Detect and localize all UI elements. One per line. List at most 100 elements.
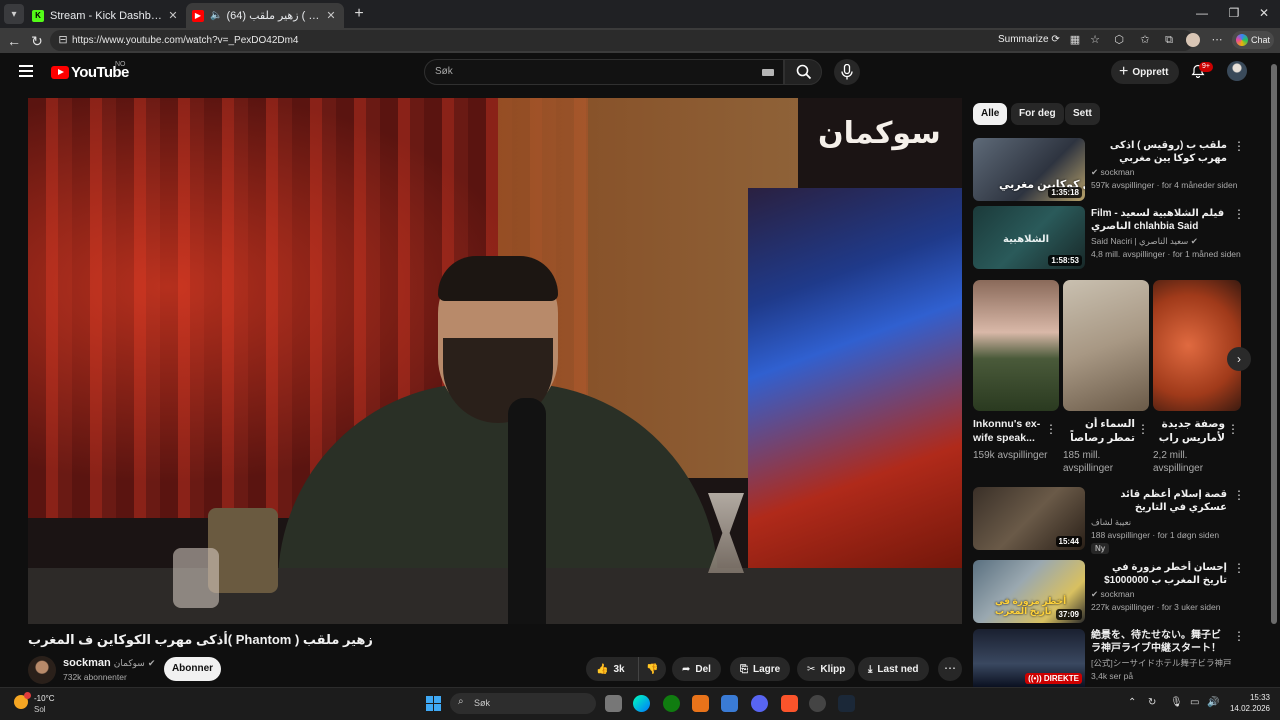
back-arrow-icon[interactable]: ← — [5, 32, 23, 50]
dislike-button[interactable]: 👎 — [638, 657, 666, 681]
more-actions-button[interactable]: ⋯ — [938, 657, 962, 681]
speaker-icon[interactable]: 🔈 — [210, 10, 222, 21]
recommended-title[interactable]: Film - فيلم الشلاهبية لسعيد الناصري chla… — [1091, 207, 1227, 233]
chip-for-you[interactable]: For deg — [1011, 103, 1064, 125]
duration-badge: 1:35:18 — [1048, 187, 1082, 198]
app-icon[interactable] — [692, 695, 709, 712]
edge-icon[interactable] — [633, 695, 650, 712]
recommended-title[interactable]: 絶景を、待たせない。舞子ビラ神戸ライブ中継スタート！明... — [1091, 629, 1227, 655]
hamburger-menu-icon[interactable] — [19, 65, 33, 77]
channel-avatar[interactable] — [28, 656, 56, 684]
chat-label: Chat — [1251, 35, 1271, 45]
more-options-icon[interactable]: ⋮ — [1045, 422, 1057, 436]
tab-actions-menu[interactable]: ▾ — [4, 4, 24, 24]
recommended-channel[interactable]: [公式]シーサイドホテル舞子ビラ神戸 — [1091, 657, 1241, 669]
short-thumbnail[interactable] — [1063, 280, 1149, 411]
weather-condition[interactable]: Sol — [34, 705, 46, 714]
short-thumbnail[interactable] — [973, 280, 1059, 411]
microphone-tray-icon[interactable]: 🎙 — [1170, 697, 1183, 708]
short-title[interactable]: وصفة جديدة لأماريس راب ... — [1153, 417, 1225, 445]
download-button[interactable]: ⤓ Last ned — [858, 657, 929, 681]
save-button[interactable]: ⎘ Lagre — [730, 657, 791, 681]
account-avatar[interactable] — [1227, 61, 1247, 81]
short-title[interactable]: Inkonnu's ex-wife speak... — [973, 417, 1045, 445]
restore-icon[interactable]: ❐ — [1224, 6, 1244, 20]
favorites-icon[interactable]: ✩ — [1138, 33, 1152, 47]
taskbar-search-input[interactable]: ⌕ Søk — [450, 693, 596, 714]
brave-icon[interactable] — [781, 695, 798, 712]
site-info-icon[interactable]: ⊟ — [56, 33, 70, 47]
subscribe-button[interactable]: Abonner — [164, 657, 221, 681]
xbox-icon[interactable] — [663, 695, 680, 712]
steam-icon[interactable] — [838, 695, 855, 712]
more-options-icon[interactable]: ⋮ — [1233, 561, 1245, 575]
url-text[interactable]: https://www.youtube.com/watch?v=_PexDO42… — [72, 35, 299, 46]
recommended-channel[interactable]: Said Naciri | سعيد الناصري ✔ — [1091, 235, 1241, 247]
keyboard-icon[interactable] — [762, 69, 774, 76]
store-icon[interactable] — [721, 695, 738, 712]
sync-icon[interactable]: ↻ — [1148, 697, 1156, 708]
recommended-title[interactable]: قصة إسلام أعظم قائد عسكري في التاريخ الإ… — [1091, 488, 1227, 514]
more-options-icon[interactable]: ⋮ — [1233, 488, 1245, 502]
more-options-icon[interactable]: ⋮ — [1227, 422, 1239, 436]
windows-start-icon[interactable] — [426, 696, 441, 711]
voice-search-button[interactable] — [834, 59, 860, 85]
collections-icon[interactable]: ⧉ — [1162, 33, 1176, 47]
close-icon[interactable]: ✕ — [324, 9, 338, 22]
discord-icon[interactable] — [751, 695, 768, 712]
taskbar-clock[interactable]: 15:33 14.02.2026 — [1228, 692, 1270, 714]
close-icon[interactable]: ✕ — [166, 9, 180, 22]
recommended-title[interactable]: ملقب ب (روقيس ) اذكى مهرب كوكا يين مغربي — [1091, 139, 1227, 165]
create-button[interactable]: + Opprett — [1111, 60, 1179, 84]
profile-avatar[interactable] — [1186, 33, 1200, 47]
more-options-icon[interactable]: ⋮ — [1137, 422, 1149, 436]
more-options-icon[interactable]: ⋮ — [1233, 629, 1245, 643]
extensions-icon[interactable]: ⬡ — [1112, 33, 1126, 47]
chip-all[interactable]: Alle — [973, 103, 1008, 125]
youtube-logo-icon[interactable] — [51, 66, 69, 79]
recommended-channel-name: sockman — [1100, 589, 1135, 599]
display-icon[interactable]: ▭ — [1190, 697, 1199, 708]
more-options-icon[interactable]: ⋮ — [1233, 139, 1245, 153]
share-button[interactable]: ➦ Del — [672, 657, 721, 681]
grid-icon[interactable]: ▦ — [1068, 33, 1082, 47]
tab-youtube[interactable]: ▶ 🔈 (64) زهير ملقب ( Phantom )أذ ✕ — [186, 3, 344, 28]
video-thumbnail[interactable]: أذكى كوكايين مغربي 1:35:18 — [973, 138, 1085, 201]
chat-button[interactable]: Chat — [1232, 31, 1274, 49]
recommended-channel[interactable]: ✔ sockman — [1091, 166, 1241, 178]
tray-overflow-icon[interactable]: ⌃ — [1128, 697, 1136, 708]
star-icon[interactable]: ☆ — [1088, 33, 1102, 47]
chip-watched[interactable]: Sett — [1065, 103, 1100, 125]
like-button[interactable]: 👍 3k — [586, 657, 638, 681]
volume-icon[interactable]: 🔊 — [1207, 697, 1219, 708]
video-thumbnail[interactable]: ((•)) DIREKTE — [973, 629, 1085, 687]
video-thumbnail[interactable]: أخطر مزورة في تاريخ المغرب 37:09 — [973, 560, 1085, 623]
tab-kick-dashboard[interactable]: K Stream - Kick Dashboard ✕ — [26, 3, 186, 28]
close-window-icon[interactable]: ✕ — [1254, 6, 1274, 20]
screen: ▾ K Stream - Kick Dashboard ✕ ▶ 🔈 (64) ز… — [0, 0, 1280, 720]
recommended-channel[interactable]: ✔ sockman — [1091, 588, 1241, 600]
minimize-icon[interactable]: — — [1192, 6, 1212, 20]
recommended-channel[interactable]: نعيبة لشاف — [1091, 516, 1241, 528]
short-thumbnail[interactable] — [1153, 280, 1241, 411]
reload-icon[interactable]: ↻ — [28, 32, 46, 50]
weather-temperature[interactable]: -10°C — [34, 694, 55, 703]
video-player[interactable] — [28, 98, 962, 624]
obs-icon[interactable] — [809, 695, 826, 712]
channel-name[interactable]: sockman سوكمان ✔ — [63, 657, 155, 669]
summarize-button[interactable]: Summarize ⟳ — [998, 34, 1060, 45]
clip-button[interactable]: ✂ Klipp — [797, 657, 856, 681]
recommended-title[interactable]: إحسان أخطر مزورة في تاريخ المغرب ب 10000… — [1091, 561, 1227, 587]
search-button[interactable] — [784, 59, 822, 85]
video-thumbnail[interactable]: الشلاهبية 1:58:53 — [973, 206, 1085, 269]
more-menu-icon[interactable]: ⋯ — [1210, 33, 1224, 47]
verified-icon: ✔ — [1091, 167, 1099, 177]
scrollbar-thumb[interactable] — [1271, 64, 1277, 624]
short-title[interactable]: السماء أن تمطر رصاصاً !! — [1063, 417, 1135, 445]
search-input[interactable]: Søk — [424, 59, 784, 85]
task-view-icon[interactable] — [605, 695, 622, 712]
new-tab-button[interactable]: + — [350, 5, 368, 23]
video-thumbnail[interactable]: 15:44 — [973, 487, 1085, 550]
shorts-next-button[interactable]: › — [1227, 347, 1251, 371]
more-options-icon[interactable]: ⋮ — [1233, 207, 1245, 221]
